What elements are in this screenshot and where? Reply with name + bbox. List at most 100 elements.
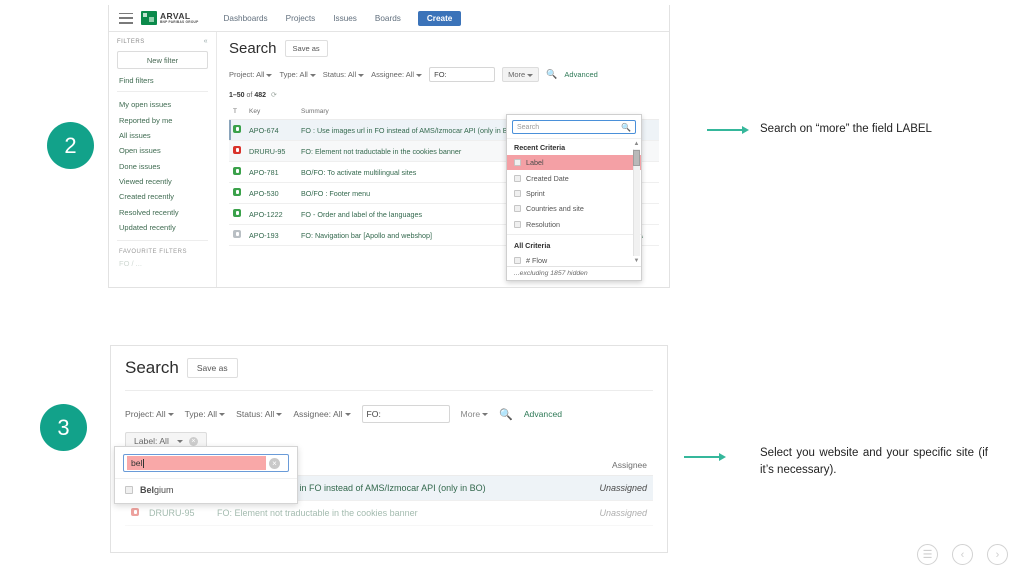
save-as-button[interactable]: Save as: [284, 40, 328, 57]
criteria-option-resolution[interactable]: Resolution: [507, 217, 641, 232]
criteria-option-created-date[interactable]: Created Date: [507, 170, 641, 185]
more-filters-button[interactable]: More: [502, 67, 540, 82]
chevron-down-icon: [276, 413, 283, 417]
issue-type-icon: [229, 119, 245, 141]
issue-key[interactable]: APO-1222: [245, 203, 297, 225]
chevron-double-left-icon[interactable]: «: [204, 38, 208, 45]
issue-summary[interactable]: FO: Element not traductable in the cooki…: [217, 508, 589, 518]
next-circle-icon[interactable]: ›: [987, 544, 1008, 565]
callout-arrow-3: [684, 452, 726, 462]
criteria-option-countries-and-site[interactable]: Countries and site: [507, 201, 641, 216]
issue-key[interactable]: APO-530: [245, 182, 297, 204]
criteria-search-placeholder: Search: [517, 123, 540, 131]
filter-status[interactable]: Status: All: [323, 70, 365, 79]
issue-key[interactable]: APO-781: [245, 161, 297, 183]
checkbox-icon[interactable]: [514, 257, 521, 265]
filter-project[interactable]: Project: All: [125, 409, 174, 419]
previous-circle-icon[interactable]: ‹: [952, 544, 973, 565]
nav-link-projects[interactable]: Projects: [277, 14, 325, 23]
checkbox-icon[interactable]: [514, 174, 521, 182]
filter-type[interactable]: Type: All: [279, 70, 316, 79]
criteria-option-sprint[interactable]: Sprint: [507, 186, 641, 201]
chevron-down-icon: [176, 439, 183, 443]
table-row[interactable]: DRURU-95 FO: Element not traductable in …: [125, 501, 653, 526]
checkbox-icon[interactable]: [514, 189, 521, 197]
criteria-option-flow[interactable]: # Flow: [507, 253, 641, 266]
filter-type[interactable]: Type: All: [185, 409, 226, 419]
sidebar-item-open-issues[interactable]: Open issues: [117, 143, 208, 158]
chevron-down-icon: [482, 413, 489, 417]
refresh-icon[interactable]: ⟳: [271, 92, 277, 99]
find-filters-link[interactable]: Find filters: [117, 69, 208, 92]
filter-assignee[interactable]: Assignee: All: [293, 409, 351, 419]
chevron-down-icon: [309, 73, 316, 77]
search-text-input[interactable]: FO:: [429, 67, 496, 82]
issue-key[interactable]: APO-193: [245, 224, 297, 246]
nav-link-issues[interactable]: Issues: [324, 14, 366, 23]
issue-key[interactable]: DRURU-95: [245, 140, 297, 162]
issue-key[interactable]: DRURU-95: [149, 508, 207, 518]
chevron-down-icon: [358, 73, 365, 77]
label-search-input[interactable]: bel ×: [123, 454, 289, 472]
checkbox-icon[interactable]: [125, 486, 133, 494]
chevron-down-icon: [167, 413, 174, 417]
advanced-link[interactable]: Advanced: [524, 409, 562, 419]
issue-type-icon: [131, 508, 139, 518]
issue-type-icon: [229, 182, 245, 204]
dropdown-footer-hidden-count: ...excluding 1857 hidden: [507, 266, 641, 280]
filter-assignee[interactable]: Assignee: All: [371, 70, 423, 79]
chevron-down-icon: [219, 413, 226, 417]
results-count: 1–50 of 482 ⟳: [229, 92, 277, 99]
scrollbar-thumb[interactable]: [633, 150, 640, 166]
arval-logo-subtitle: BNP PARIBAS GROUP: [160, 19, 199, 24]
sidebar-item-viewed-recently[interactable]: Viewed recently: [117, 174, 208, 189]
favourite-filter-cut[interactable]: FO / ...: [117, 258, 208, 269]
caret-down-icon[interactable]: ▼: [633, 258, 640, 264]
create-button[interactable]: Create: [417, 10, 462, 26]
page-title: Search: [229, 40, 277, 57]
filter-bar: Project: All Type: All Status: All Assig…: [125, 405, 653, 423]
sidebar-item-created-recently[interactable]: Created recently: [117, 189, 208, 204]
magnifier-icon[interactable]: 🔍: [546, 69, 557, 80]
dropdown-scrollbar[interactable]: ▲ ▼: [633, 141, 640, 264]
sidebar-item-done-issues[interactable]: Done issues: [117, 159, 208, 174]
criteria-scroll-area[interactable]: Recent Criteria Label Created Date Sprin…: [507, 138, 641, 266]
step-number-3: 3: [40, 404, 87, 451]
save-as-button[interactable]: Save as: [186, 358, 238, 378]
clear-circle-icon[interactable]: ×: [269, 457, 280, 469]
nav-link-boards[interactable]: Boards: [366, 14, 410, 23]
sidebar-item-resolved-recently[interactable]: Resolved recently: [117, 205, 208, 220]
callout-text-3: Select you website and your specific sit…: [760, 447, 988, 476]
filter-status[interactable]: Status: All: [236, 409, 283, 419]
label-option-rest: gium: [154, 485, 174, 495]
search-text-input[interactable]: FO:: [361, 405, 450, 423]
sidebar-item-my-open-issues[interactable]: My open issues: [117, 97, 208, 112]
label-option-belgium[interactable]: Belgium: [115, 478, 297, 503]
advanced-link[interactable]: Advanced: [564, 70, 597, 79]
filter-project[interactable]: Project: All: [229, 70, 273, 79]
bottom-navigation: ☰ ‹ ›: [917, 544, 1008, 565]
new-filter-button[interactable]: New filter: [117, 51, 208, 69]
label-search-value[interactable]: bel: [127, 456, 266, 470]
menu-circle-icon[interactable]: ☰: [917, 544, 938, 565]
hamburger-icon[interactable]: [119, 12, 133, 24]
sidebar-item-reported-by-me[interactable]: Reported by me: [117, 112, 208, 127]
sidebar-item-updated-recently[interactable]: Updated recently: [117, 220, 208, 235]
sidebar-item-all-issues[interactable]: All issues: [117, 128, 208, 143]
checkbox-icon[interactable]: [514, 205, 521, 213]
checkbox-icon[interactable]: [514, 159, 521, 167]
issue-assignee: Unassigned: [599, 483, 647, 493]
caret-up-icon[interactable]: ▲: [633, 141, 640, 147]
clear-circle-icon[interactable]: ×: [188, 436, 198, 446]
issue-key[interactable]: APO-674: [245, 119, 297, 141]
magnifier-icon[interactable]: 🔍: [499, 408, 513, 421]
search-content-step2: Search Save as Project: All Type: All St…: [217, 32, 669, 287]
criteria-option-label[interactable]: Label: [507, 155, 641, 171]
group-all-criteria: All Criteria: [514, 240, 551, 250]
divider: [507, 233, 641, 235]
criteria-search-input[interactable]: Search 🔍: [512, 120, 636, 134]
nav-link-dashboards[interactable]: Dashboards: [215, 14, 277, 23]
jira-screenshot-step2: ARVAL BNP PARIBAS GROUP Dashboards Proje…: [108, 5, 670, 288]
more-filters-button[interactable]: More: [461, 409, 489, 419]
checkbox-icon[interactable]: [514, 220, 521, 228]
